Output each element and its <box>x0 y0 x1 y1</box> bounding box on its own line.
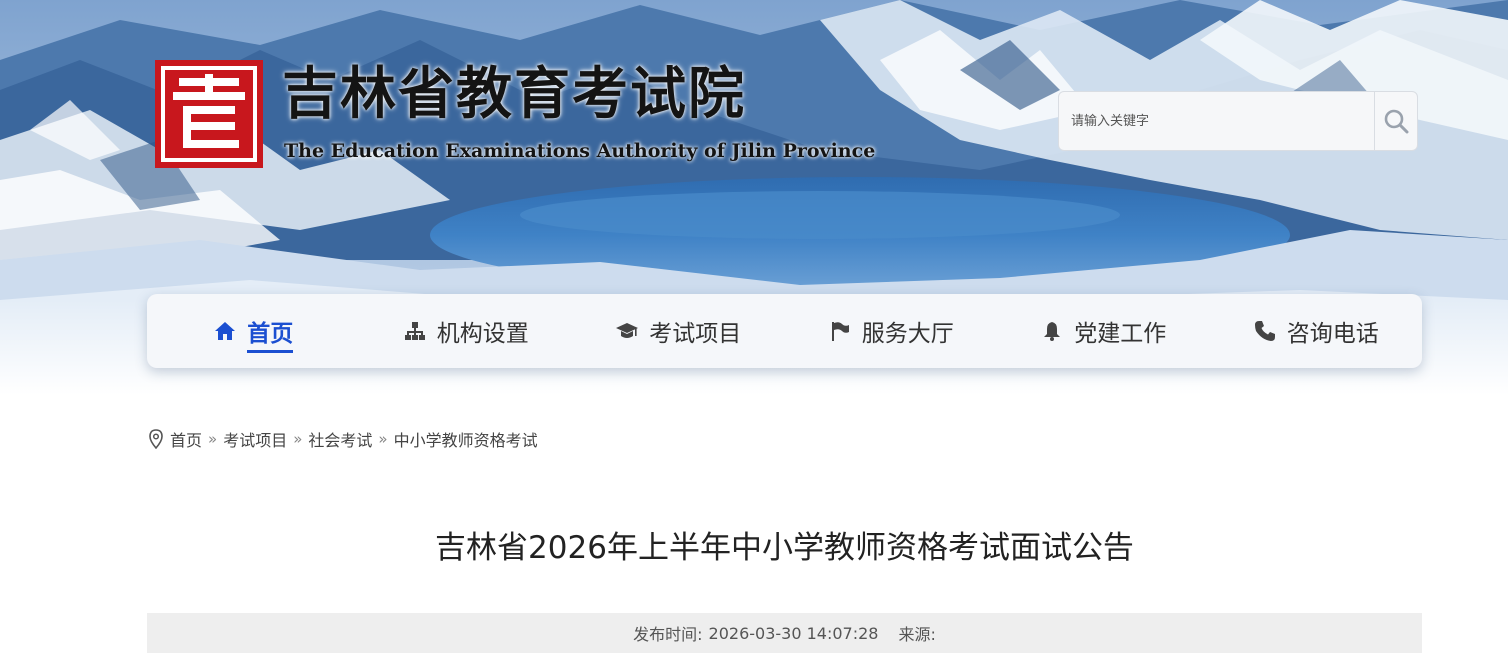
main-nav: 首页 机构设置 考试项目 服务大厅 党建工作 咨询电话 <box>147 294 1422 368</box>
nav-item-label: 首页 <box>247 314 294 353</box>
nav-item-label: 服务大厅 <box>861 321 954 347</box>
bell-icon <box>1040 319 1064 343</box>
breadcrumb: 首页 » 考试项目 » 社会考试 » 中小学教师资格考试 <box>148 428 538 450</box>
publish-label: 发布时间: <box>633 625 703 644</box>
breadcrumb-social-exams[interactable]: 社会考试 <box>308 427 372 451</box>
breadcrumb-home[interactable]: 首页 <box>170 427 202 451</box>
nav-item-exams[interactable]: 考试项目 <box>572 294 785 368</box>
seal-logo-icon[interactable] <box>155 60 263 168</box>
flag-icon <box>828 319 852 343</box>
org-chart-icon <box>403 319 427 343</box>
nav-item-label: 机构设置 <box>436 321 529 347</box>
nav-item-hotline[interactable]: 咨询电话 <box>1210 294 1423 368</box>
nav-item-label: 考试项目 <box>649 321 742 347</box>
location-pin-icon <box>149 429 163 449</box>
home-icon <box>213 319 237 343</box>
nav-item-label: 咨询电话 <box>1286 321 1379 347</box>
breadcrumb-teacher-qualification[interactable]: 中小学教师资格考试 <box>394 427 538 451</box>
search-box <box>1058 91 1418 151</box>
nav-item-label: 党建工作 <box>1074 321 1167 347</box>
site-subtitle: The Education Examinations Authority of … <box>284 140 876 162</box>
phone-icon <box>1253 319 1277 343</box>
graduation-cap-icon <box>615 319 639 343</box>
article-meta: 发布时间: 2026-03-30 14:07:28 来源: <box>147 613 1422 653</box>
nav-item-home[interactable]: 首页 <box>147 294 360 368</box>
nav-item-service-hall[interactable]: 服务大厅 <box>785 294 998 368</box>
breadcrumb-exams[interactable]: 考试项目 <box>223 427 287 451</box>
nav-item-organization[interactable]: 机构设置 <box>360 294 573 368</box>
article-title: 吉林省2026年上半年中小学教师资格考试面试公告 <box>435 530 1134 566</box>
site-title[interactable]: 吉林省教育考试院 <box>282 58 746 130</box>
search-icon <box>1384 109 1409 134</box>
search-button[interactable] <box>1374 92 1417 150</box>
breadcrumb-separator: » <box>208 430 218 448</box>
search-input[interactable] <box>1059 92 1375 150</box>
publish-time: 2026-03-30 14:07:28 <box>708 623 879 643</box>
nav-item-party-building[interactable]: 党建工作 <box>997 294 1210 368</box>
breadcrumb-separator: » <box>378 430 388 448</box>
source-label: 来源: <box>898 625 936 644</box>
breadcrumb-separator: » <box>293 430 303 448</box>
